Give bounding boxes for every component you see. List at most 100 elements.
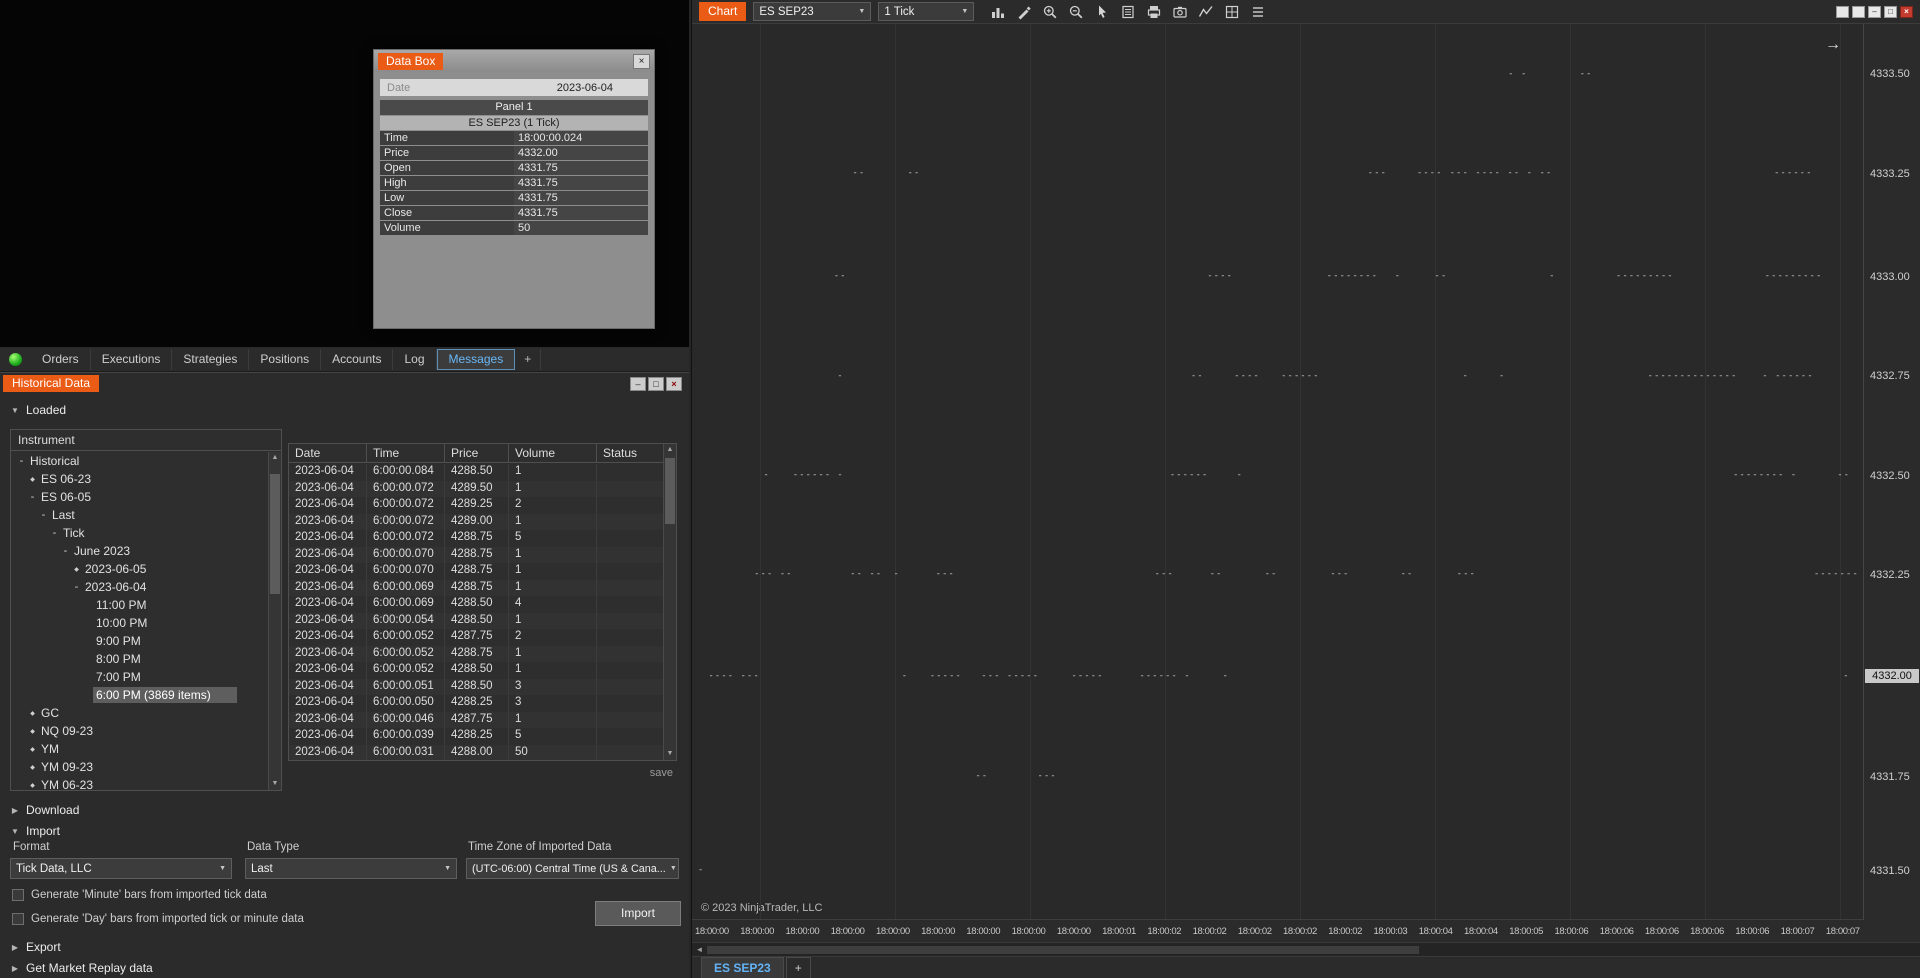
- tab-messages[interactable]: Messages: [436, 348, 516, 370]
- tree-item[interactable]: ◆ 2023-06-05: [11, 560, 268, 578]
- expand-icon[interactable]: ◆: [27, 764, 38, 771]
- indicators-icon[interactable]: [1195, 2, 1217, 21]
- scrollbar-thumb[interactable]: [270, 474, 280, 594]
- table-row[interactable]: 2023-06-04 6:00:00.050 4288.25 3: [289, 695, 663, 712]
- tree-item[interactable]: - Tick: [11, 524, 268, 542]
- tree-item[interactable]: ◆ YM 06-23: [11, 776, 268, 790]
- timezone-select[interactable]: (UTC-06:00) Central Time (US & Cana... ▼: [466, 858, 679, 879]
- tree-scrollbar[interactable]: ▲ ▼: [268, 452, 281, 790]
- section-download[interactable]: ▶ Download: [2, 801, 87, 819]
- tree-item[interactable]: ◆ NQ 09-23: [11, 722, 268, 740]
- column-header-volume[interactable]: Volume: [509, 444, 597, 462]
- zoom-out-icon[interactable]: [1065, 2, 1087, 21]
- tree-item[interactable]: ◆ GC: [11, 704, 268, 722]
- table-row[interactable]: 2023-06-04 6:00:00.051 4288.50 3: [289, 678, 663, 695]
- cursor-icon[interactable]: [1091, 2, 1113, 21]
- section-get-market-replay[interactable]: ▶ Get Market Replay data: [2, 959, 161, 977]
- instrument-link-icon[interactable]: [1836, 5, 1849, 18]
- tree-item[interactable]: 8:00 PM: [11, 650, 268, 668]
- tab-orders[interactable]: Orders: [31, 348, 91, 370]
- collapse-icon[interactable]: -: [60, 545, 71, 557]
- scrollbar-thumb[interactable]: [707, 945, 1420, 954]
- tree-item[interactable]: 9:00 PM: [11, 632, 268, 650]
- tree-item[interactable]: - Last: [11, 506, 268, 524]
- format-select[interactable]: Tick Data, LLC ▼: [10, 858, 232, 879]
- horizontal-scrollbar[interactable]: ◄: [692, 942, 1920, 956]
- scroll-up-icon[interactable]: ▲: [269, 452, 281, 464]
- tab-positions[interactable]: Positions: [249, 348, 322, 370]
- minimize-icon[interactable]: –: [1868, 5, 1881, 18]
- table-scrollbar[interactable]: ▲ ▼: [663, 444, 676, 760]
- column-header-time[interactable]: Time: [367, 444, 445, 462]
- table-row[interactable]: 2023-06-04 6:00:00.052 4288.50 1: [289, 662, 663, 679]
- column-header-price[interactable]: Price: [445, 444, 509, 462]
- price-axis[interactable]: 4333.50 4333.25 4333.00 4332.75 4332.50 4332.…: [1863, 24, 1920, 920]
- maximize-icon[interactable]: □: [1884, 5, 1897, 18]
- tree-item[interactable]: 6:00 PM (3869 items): [11, 686, 268, 704]
- tree-item[interactable]: - ES 06-05: [11, 488, 268, 506]
- interval-select[interactable]: 1 Tick ▼: [878, 2, 975, 21]
- table-row[interactable]: 2023-06-04 6:00:00.069 4288.50 4: [289, 596, 663, 613]
- tree-item[interactable]: ◆ YM: [11, 740, 268, 758]
- collapse-icon[interactable]: -: [27, 491, 38, 503]
- snapshot-icon[interactable]: [1169, 2, 1191, 21]
- section-loaded[interactable]: ▼ Loaded: [2, 401, 74, 419]
- collapse-icon[interactable]: -: [49, 527, 60, 539]
- table-row[interactable]: 2023-06-04 6:00:00.072 4288.75 5: [289, 530, 663, 547]
- chart-style-icon[interactable]: [987, 2, 1009, 21]
- tab-executions[interactable]: Executions: [91, 348, 173, 370]
- expand-icon[interactable]: ◆: [27, 476, 38, 483]
- generate-day-bars-checkbox-row[interactable]: Generate 'Day' bars from imported tick o…: [12, 913, 304, 925]
- interval-link-icon[interactable]: [1852, 5, 1865, 18]
- collapse-icon[interactable]: -: [71, 581, 82, 593]
- table-row[interactable]: 2023-06-04 6:00:00.046 4287.75 1: [289, 711, 663, 728]
- table-row[interactable]: 2023-06-04 6:00:00.084 4288.50 1: [289, 464, 663, 481]
- properties-icon[interactable]: [1247, 2, 1269, 21]
- tree-item[interactable]: 10:00 PM: [11, 614, 268, 632]
- table-row[interactable]: 2023-06-04 6:00:00.031 4288.00 50: [289, 744, 663, 760]
- tree-item[interactable]: - June 2023: [11, 542, 268, 560]
- table-row[interactable]: 2023-06-04 6:00:00.052 4288.75 1: [289, 645, 663, 662]
- historical-titlebar[interactable]: Historical Data – □ ×: [0, 373, 689, 394]
- generate-minute-bars-checkbox-row[interactable]: Generate 'Minute' bars from imported tic…: [12, 889, 267, 901]
- table-row[interactable]: 2023-06-04 6:00:00.052 4287.75 2: [289, 629, 663, 646]
- import-button[interactable]: Import: [595, 901, 681, 926]
- data-box-date-field[interactable]: Date 2023-06-04: [380, 79, 648, 96]
- expand-icon[interactable]: ◆: [27, 710, 38, 717]
- tab-accounts[interactable]: Accounts: [321, 348, 394, 370]
- checkbox-icon[interactable]: [12, 913, 24, 925]
- tree-item[interactable]: -2023-06-04: [11, 578, 268, 596]
- expand-icon[interactable]: ◆: [71, 566, 82, 573]
- close-icon[interactable]: ×: [1900, 5, 1913, 18]
- add-tab-button[interactable]: +: [515, 348, 542, 370]
- expand-icon[interactable]: ◆: [27, 728, 38, 735]
- tab-log[interactable]: Log: [393, 348, 437, 370]
- section-import[interactable]: ▼ Import: [2, 822, 68, 840]
- table-row[interactable]: 2023-06-04 6:00:00.039 4288.25 5: [289, 728, 663, 745]
- time-axis[interactable]: 18:00:00 18:00:00 18:00:00 18:00:00 18:00:00…: [692, 920, 1863, 942]
- close-icon[interactable]: ×: [666, 376, 682, 391]
- table-row[interactable]: 2023-06-04 6:00:00.069 4288.75 1: [289, 579, 663, 596]
- scroll-left-icon[interactable]: ◄: [692, 945, 707, 954]
- scroll-down-icon[interactable]: ▼: [269, 778, 281, 790]
- tree-item[interactable]: ◆ ES 06-23: [11, 470, 268, 488]
- tree-item[interactable]: - Historical: [11, 452, 268, 470]
- data-box-titlebar[interactable]: Data Box ×: [374, 50, 654, 72]
- table-row[interactable]: 2023-06-04 6:00:00.072 4289.25 2: [289, 497, 663, 514]
- tree-item[interactable]: 7:00 PM: [11, 668, 268, 686]
- column-header-date[interactable]: Date: [289, 444, 367, 462]
- expand-icon[interactable]: ◆: [27, 782, 38, 789]
- scroll-up-icon[interactable]: ▲: [664, 444, 676, 456]
- table-row[interactable]: 2023-06-04 6:00:00.070 4288.75 1: [289, 546, 663, 563]
- data-box-icon[interactable]: [1117, 2, 1139, 21]
- minimize-icon[interactable]: –: [630, 376, 646, 391]
- chart-plot[interactable]: → © 2023 NinjaTrader, LLC - - -- -- -- --- --…: [692, 24, 1863, 920]
- drawing-tools-icon[interactable]: [1013, 2, 1035, 21]
- table-row[interactable]: 2023-06-04 6:00:00.054 4288.50 1: [289, 612, 663, 629]
- add-chart-tab-button[interactable]: +: [785, 957, 811, 978]
- tab-strategies[interactable]: Strategies: [172, 348, 250, 370]
- chart-tab-es-sep23[interactable]: ES SEP23: [701, 957, 784, 978]
- collapse-icon[interactable]: -: [38, 509, 49, 521]
- expand-icon[interactable]: ◆: [27, 746, 38, 753]
- data-type-select[interactable]: Last ▼: [245, 858, 457, 879]
